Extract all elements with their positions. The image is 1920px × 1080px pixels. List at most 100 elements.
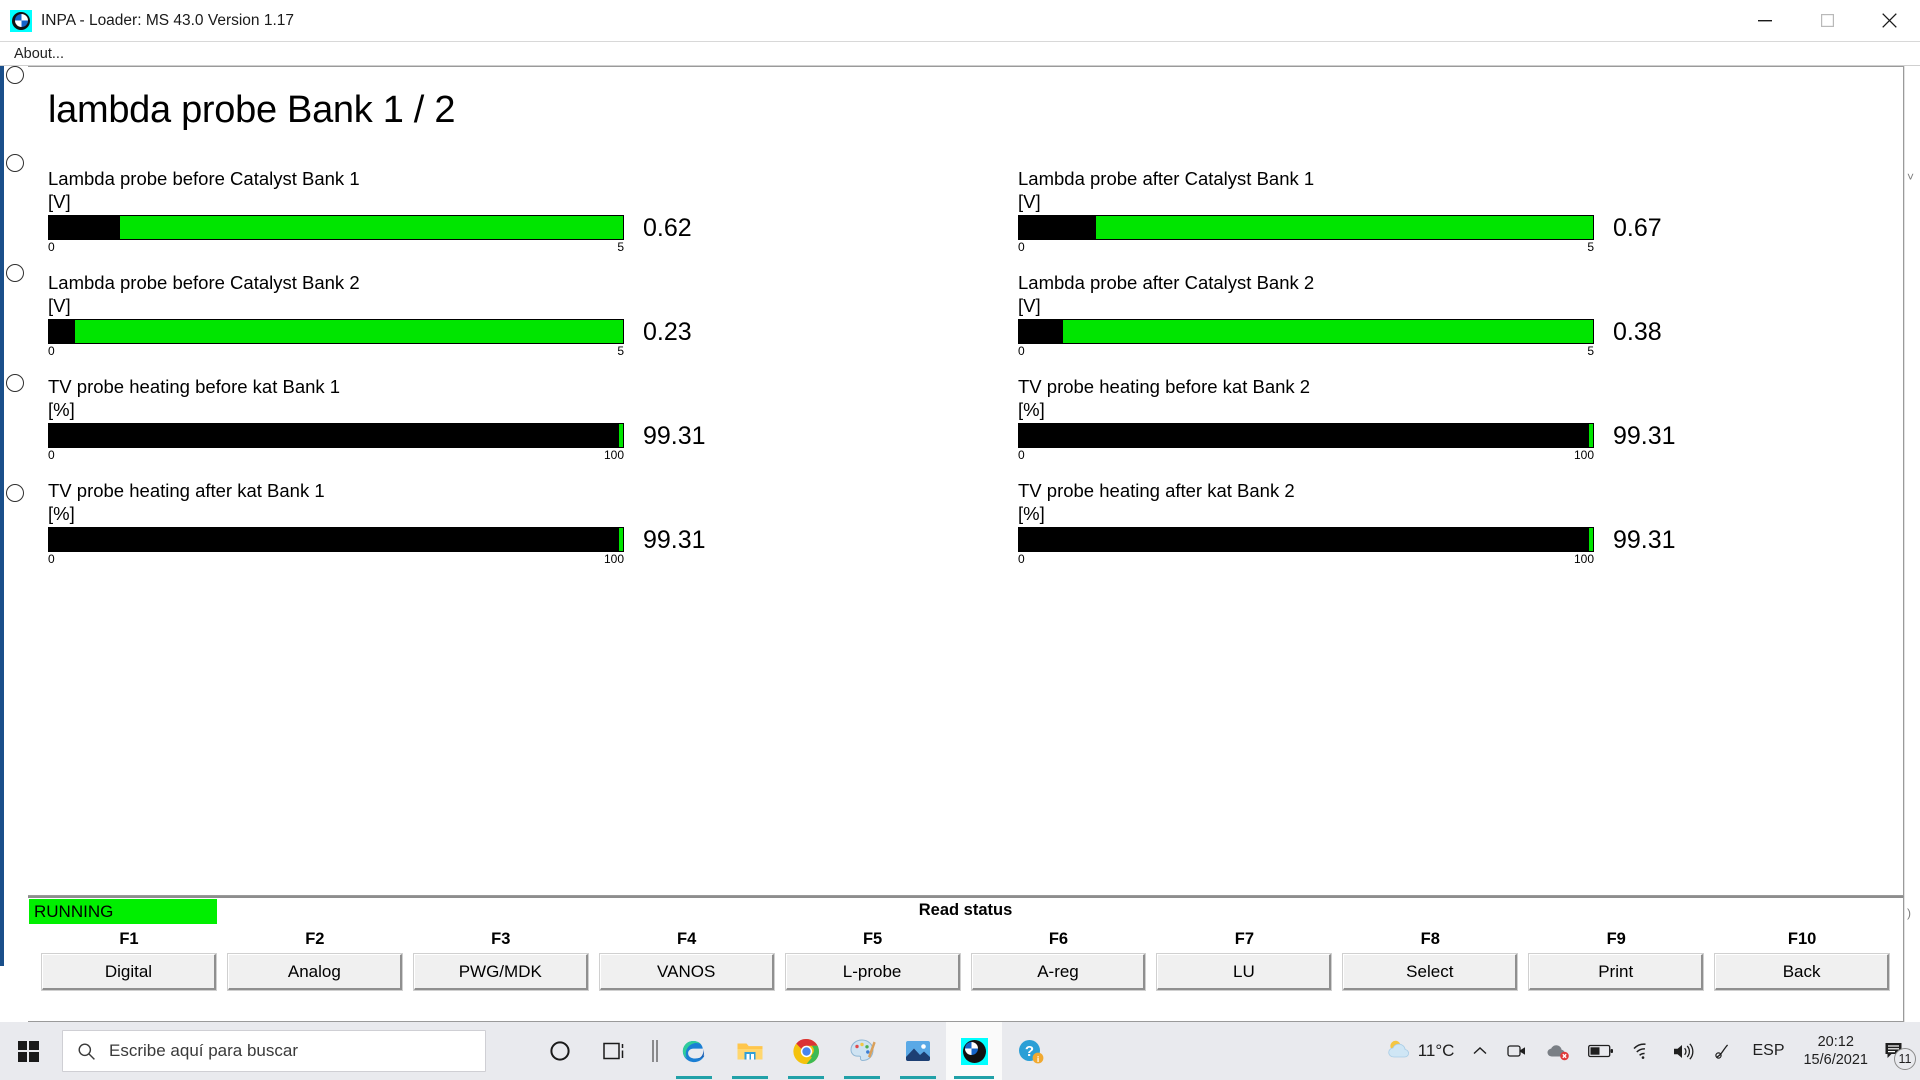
function-key-button-f8[interactable]: Select xyxy=(1342,953,1519,991)
gauge-scale-max: 100 xyxy=(1573,552,1594,566)
gauge-bar-scale: 05 xyxy=(48,344,624,360)
function-key-button-f6[interactable]: A-reg xyxy=(970,953,1147,991)
gauge-value: 0.23 xyxy=(643,318,692,346)
function-key-button-f9[interactable]: Print xyxy=(1528,953,1705,991)
notifications-button[interactable]: 11 xyxy=(1878,1022,1920,1080)
gauge-scale-max: 5 xyxy=(617,240,624,254)
gauge-unit: [%] xyxy=(1018,399,1045,420)
search-icon xyxy=(63,1042,109,1061)
function-key-label-f3: F3 xyxy=(491,930,511,948)
wifi-icon[interactable] xyxy=(1623,1022,1663,1080)
menu-item-about[interactable]: About... xyxy=(0,43,72,65)
gauge-bar-track xyxy=(48,527,624,552)
gauge-bar-fill xyxy=(1019,320,1063,343)
function-key-cell: LU xyxy=(1151,953,1337,991)
volume-icon[interactable] xyxy=(1663,1022,1705,1080)
close-button[interactable] xyxy=(1858,0,1920,42)
google-chrome-icon[interactable] xyxy=(778,1022,834,1080)
bmw-roundel-icon xyxy=(10,9,32,32)
minimize-button[interactable] xyxy=(1734,0,1796,42)
inpa-bmw-icon[interactable] xyxy=(946,1022,1002,1080)
function-key-button-f1[interactable]: Digital xyxy=(41,953,217,991)
function-key-cell: Digital xyxy=(36,953,222,991)
gauge-label: Lambda probe before Catalyst Bank 2 xyxy=(48,272,360,293)
function-key-button-f4[interactable]: VANOS xyxy=(598,953,775,991)
gutter-marker-4[interactable] xyxy=(6,374,24,392)
gauge-bar-scale: 0 100 xyxy=(1018,552,1594,568)
function-key-button-f10[interactable]: Back xyxy=(1714,953,1891,991)
language-indicator[interactable]: ESP xyxy=(1743,1022,1793,1080)
function-key-bar: RUNNING Read status F1 F2 F3 F4 F5 F6 F7 F8 F9 F1… xyxy=(28,896,1904,1022)
gauge-scale-min: 0 xyxy=(1018,344,1025,358)
gauge-scale-min: 0 xyxy=(1018,240,1025,254)
function-key-cell: A-reg xyxy=(966,953,1152,991)
gauge-bar-wrap: 05 xyxy=(48,215,624,256)
gauge-meter-line: 0 100 99.31 xyxy=(48,527,1018,568)
clock-widget[interactable]: 20:12 15/6/2021 xyxy=(1793,1033,1878,1069)
start-button[interactable] xyxy=(0,1022,56,1080)
gauge-label: TV probe heating after kat Bank 1 xyxy=(48,480,325,501)
weather-widget[interactable]: 11°C xyxy=(1377,1022,1464,1080)
function-key-button-f7[interactable]: LU xyxy=(1156,953,1333,991)
gutter-marker-2[interactable] xyxy=(6,154,24,172)
gauge-row: Lambda probe before Catalyst Bank 2 [V] 0 5… xyxy=(48,271,1888,360)
gauge-unit: [%] xyxy=(48,399,75,420)
function-key-label-f5: F5 xyxy=(862,930,883,948)
gauge-bar-fill xyxy=(1019,528,1590,551)
gutter-marker-5[interactable] xyxy=(6,484,24,502)
paint-icon[interactable] xyxy=(834,1022,890,1080)
microsoft-edge-icon[interactable] xyxy=(666,1022,722,1080)
gauge-bar-scale: 0 100 xyxy=(1018,448,1594,464)
function-key-label-f6: F6 xyxy=(1048,930,1069,948)
gauge-scale-min: 0 xyxy=(48,344,55,358)
gauge-bar-scale: 0 100 xyxy=(48,552,624,568)
gauge-bar-wrap: 05 xyxy=(1018,215,1594,256)
gauge-bar-wrap: 0 100 xyxy=(1018,423,1594,464)
pen-icon[interactable] xyxy=(1705,1022,1743,1080)
function-key-cell: PWG/MDK xyxy=(408,953,594,991)
page-title: lambda probe Bank 1 / 2 xyxy=(48,89,456,131)
show-hidden-icons-button[interactable] xyxy=(1463,1022,1497,1080)
gauge-bar-wrap: 05 xyxy=(48,319,624,360)
meet-now-icon[interactable] xyxy=(1497,1022,1537,1080)
gauge-meter-line: 0 100 99.31 xyxy=(48,423,1018,464)
maximize-button[interactable] xyxy=(1796,0,1858,42)
gauge-bar-track xyxy=(48,215,624,240)
onedrive-error-icon[interactable] xyxy=(1537,1022,1579,1080)
gauge-bar-scale: 05 xyxy=(48,240,624,256)
photos-icon[interactable] xyxy=(890,1022,946,1080)
edge-arc-icon: ) xyxy=(1907,906,1911,920)
help-icon[interactable]: ? i xyxy=(1002,1022,1058,1080)
cortana-icon[interactable] xyxy=(532,1022,588,1080)
gauge-scale-min: 0 xyxy=(48,240,55,254)
battery-icon[interactable] xyxy=(1579,1022,1623,1080)
function-key-label-f8: F8 xyxy=(1420,930,1440,948)
gutter-marker-3[interactable] xyxy=(6,264,24,282)
clock-time: 20:12 xyxy=(1817,1034,1854,1050)
measurement-panel: lambda probe Bank 1 / 2 Lambda probe bef… xyxy=(28,66,1904,896)
function-key-labels: F1 F2 F3 F4 F5 F6 F7 F8 F9 F10 xyxy=(28,930,1903,949)
gauge-value: 0.67 xyxy=(1613,214,1662,242)
gauge: TV probe heating after kat Bank 1 [%] 0 100… xyxy=(48,479,1018,568)
gauge-bar-wrap: 0 100 xyxy=(48,423,624,464)
gauge-bar-fill xyxy=(49,424,620,447)
function-key-cell: Print xyxy=(1523,953,1709,991)
status-row: RUNNING Read status xyxy=(28,898,1903,924)
search-input[interactable]: Escribe aquí para buscar xyxy=(62,1030,486,1072)
gauge-scale-max: 5 xyxy=(1587,240,1594,254)
gauge: Lambda probe before Catalyst Bank 1 [V] 0 5… xyxy=(48,167,1018,256)
gauge-row: TV probe heating before kat Bank 1 [%] 0 10… xyxy=(48,375,1888,464)
gauge-value: 0.38 xyxy=(1613,318,1662,346)
task-view-icon[interactable] xyxy=(588,1022,644,1080)
gauge-bar-scale: 0 100 xyxy=(48,448,624,464)
function-key-button-f5[interactable]: L-probe xyxy=(784,953,961,991)
gauge-scale-min: 0 xyxy=(1018,448,1025,462)
gauge-label: Lambda probe before Catalyst Bank 1 xyxy=(48,168,360,189)
file-explorer-icon[interactable] xyxy=(722,1022,778,1080)
weather-temperature: 11°C xyxy=(1417,1041,1455,1060)
gutter-marker-1[interactable] xyxy=(6,66,24,84)
inpa-application-window: INPA - Loader: MS 43.0 Version 1.17 Abou… xyxy=(0,0,1920,1022)
function-key-button-f3[interactable]: PWG/MDK xyxy=(412,953,589,991)
language-label: ESP xyxy=(1752,1042,1785,1059)
function-key-button-f2[interactable]: Analog xyxy=(226,953,403,991)
